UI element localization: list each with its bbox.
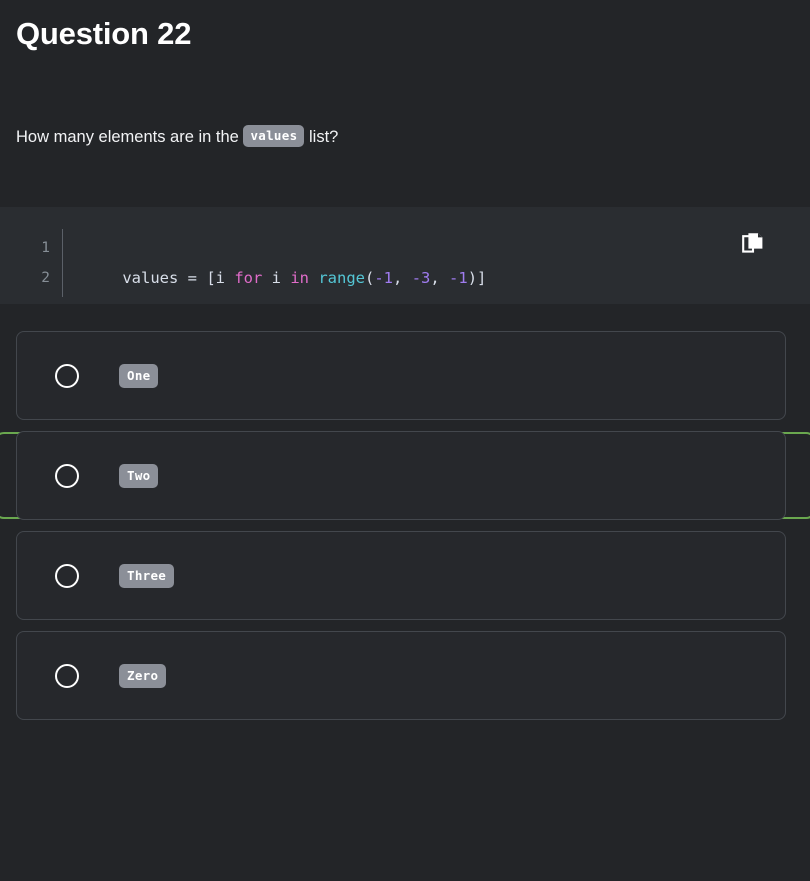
code-content: values = [i for i in range(-1, -3, -1)]: [63, 207, 810, 323]
radio-button-zero[interactable]: [55, 663, 79, 688]
radio-button-three[interactable]: [55, 563, 79, 588]
option-row-one[interactable]: One: [16, 331, 786, 420]
copy-icon: [742, 233, 763, 253]
code-token: ,: [430, 269, 450, 287]
option-label-three: Three: [119, 563, 175, 588]
code-block: 1 2 values = [i for i in range(-1, -3, -…: [0, 207, 810, 304]
code-token: i: [262, 269, 291, 287]
code-token: ,: [393, 269, 412, 287]
code-token: in: [290, 269, 309, 287]
code-token: -3: [411, 269, 431, 287]
code-line-number: 1: [41, 240, 50, 256]
code-line-number: 2: [41, 270, 50, 286]
code-token: )]: [467, 269, 487, 287]
copy-code-button[interactable]: [738, 229, 768, 259]
option-row-three[interactable]: Three: [16, 531, 786, 620]
code-token: for: [234, 269, 263, 287]
code-token: values = [i: [122, 269, 235, 287]
inline-code-values: values: [243, 125, 305, 148]
code-line-numbers: 1 2: [0, 207, 62, 293]
code-token: -1: [449, 269, 468, 287]
question-prompt: How many elements are in the values list…: [0, 125, 810, 150]
radio-button-one[interactable]: [55, 363, 79, 388]
code-token: range: [318, 269, 365, 287]
option-row-two[interactable]: Two: [16, 431, 786, 520]
code-token: (: [365, 269, 375, 287]
option-row-zero[interactable]: Zero: [16, 631, 786, 720]
option-label-zero: Zero: [119, 663, 167, 688]
radio-button-two[interactable]: [55, 463, 79, 488]
question-text-before: How many elements are in the: [16, 128, 244, 147]
option-label-two: Two: [119, 463, 159, 488]
option-label-one: One: [119, 363, 159, 388]
page-title: Question 22: [16, 16, 192, 51]
question-text-after: list?: [304, 128, 339, 147]
answer-options-list: One Two Three Zero: [16, 331, 786, 731]
code-token: -1: [374, 269, 394, 287]
